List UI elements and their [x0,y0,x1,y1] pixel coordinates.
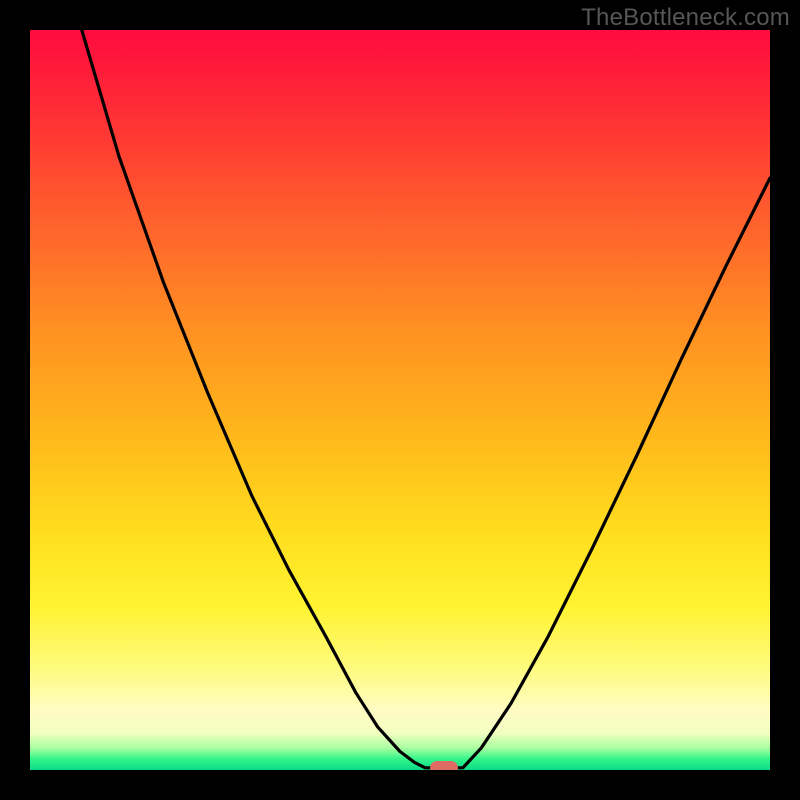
bottleneck-curve [30,30,770,770]
plot-area [30,30,770,770]
curve-path [82,30,770,768]
minimum-marker [430,761,458,770]
watermark-text: TheBottleneck.com [581,4,790,32]
chart-frame: TheBottleneck.com [0,0,800,800]
